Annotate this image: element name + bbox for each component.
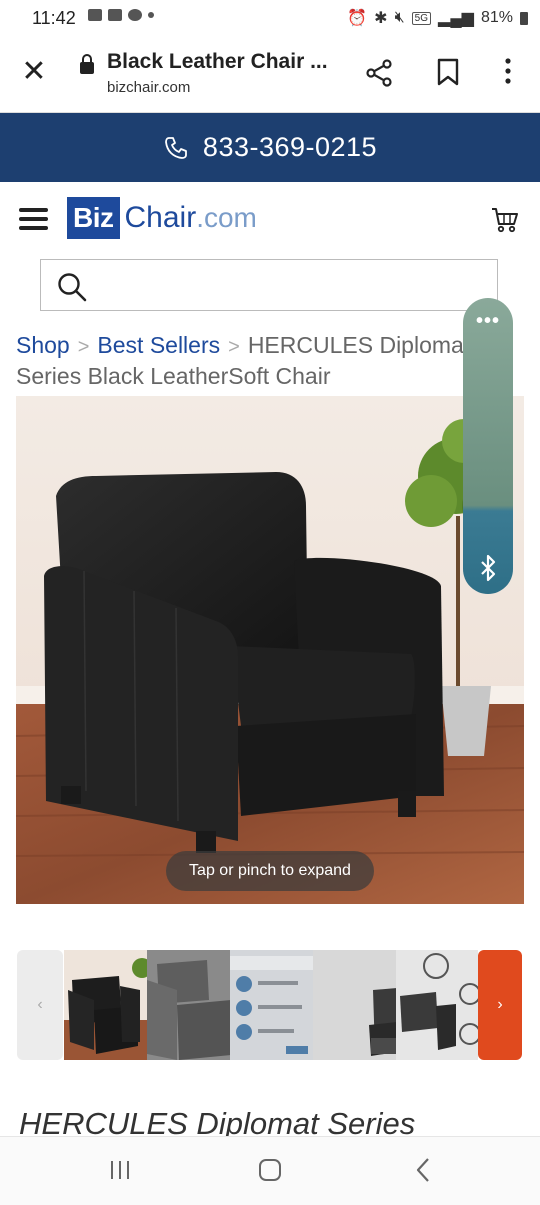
- chair-photo: [16, 396, 524, 904]
- search-box[interactable]: [40, 259, 498, 311]
- thumbnail-1[interactable]: [64, 950, 148, 1060]
- cart-icon[interactable]: [490, 206, 520, 234]
- floating-sidebar-widget[interactable]: •••: [463, 298, 513, 594]
- thumbnail-carousel: ‹ ›: [17, 948, 523, 1061]
- system-navigation-bar: [0, 1136, 540, 1205]
- page-title: Black Leather Chair ...: [107, 50, 328, 73]
- signal-icon: ▂▄▆: [438, 10, 474, 27]
- page-url: bizchair.com: [107, 79, 191, 96]
- more-notifications-icon: [148, 12, 154, 18]
- battery-percent: 81%: [480, 9, 513, 26]
- product-main-image[interactable]: [16, 396, 524, 904]
- phone-number[interactable]: 833-369-0215: [203, 132, 377, 163]
- search-input[interactable]: [101, 270, 485, 302]
- bluetooth-icon[interactable]: [476, 554, 500, 582]
- back-icon[interactable]: [413, 1157, 433, 1183]
- breadcrumb-shop[interactable]: Shop: [16, 332, 70, 358]
- logo-com: .com: [196, 202, 257, 233]
- status-time: 11:42: [32, 8, 76, 28]
- email-icon: [108, 9, 122, 21]
- notification-icons: [88, 9, 154, 21]
- alarm-icon: ⏰: [347, 10, 368, 27]
- home-icon[interactable]: [259, 1159, 281, 1181]
- site-header: Biz Chair .com: [0, 182, 540, 256]
- thumbnail-2[interactable]: [147, 950, 231, 1060]
- logo-biz: Biz: [67, 197, 120, 239]
- logo-chair: Chair: [124, 201, 197, 234]
- system-icons: ⏰ ✱ 🔇︎ 5G ▂▄▆ 81%: [347, 8, 528, 28]
- more-options-icon[interactable]: •••: [463, 310, 513, 334]
- thumbnail-3[interactable]: [230, 950, 314, 1060]
- battery-icon: [520, 11, 528, 25]
- bookmark-icon[interactable]: [436, 58, 460, 86]
- thumbnail-4[interactable]: [313, 950, 397, 1060]
- breadcrumb-separator: >: [77, 336, 90, 358]
- recent-apps-icon[interactable]: [108, 1159, 132, 1181]
- breadcrumb-best-sellers[interactable]: Best Sellers: [97, 332, 220, 358]
- thumbnail-prev-button[interactable]: ‹: [17, 950, 63, 1060]
- tap-to-expand-hint: Tap or pinch to expand: [166, 851, 374, 891]
- mute-icon: 🔇︎: [394, 9, 405, 26]
- more-menu-icon[interactable]: [498, 56, 518, 86]
- search-icon[interactable]: [57, 272, 87, 302]
- bizchair-logo[interactable]: Biz Chair .com: [67, 197, 257, 239]
- breadcrumb-separator: >: [228, 336, 240, 358]
- share-icon[interactable]: [364, 58, 394, 88]
- status-bar: 11:42 ⏰ ✱ 🔇︎ 5G ▂▄▆ 81%: [0, 0, 540, 36]
- hamburger-menu-icon[interactable]: [19, 208, 48, 230]
- network-5g-icon: 5G: [411, 11, 432, 25]
- thumbnail-next-button[interactable]: ›: [478, 950, 522, 1060]
- breadcrumb: Shop > Best Sellers > HERCULES Diplomat Seri…: [16, 331, 526, 391]
- close-icon[interactable]: ✕: [20, 57, 48, 87]
- bluetooth-status-icon: ✱: [374, 10, 388, 27]
- gmail-icon: [88, 9, 102, 21]
- phone-call-bar[interactable]: 833-369-0215: [0, 113, 540, 182]
- browser-header: ✕ Black Leather Chair ... bizchair.com: [0, 36, 540, 113]
- lock-icon: [80, 54, 94, 74]
- messages-icon: [128, 9, 142, 21]
- phone-icon: [165, 136, 187, 159]
- thumbnail-5[interactable]: [396, 950, 478, 1060]
